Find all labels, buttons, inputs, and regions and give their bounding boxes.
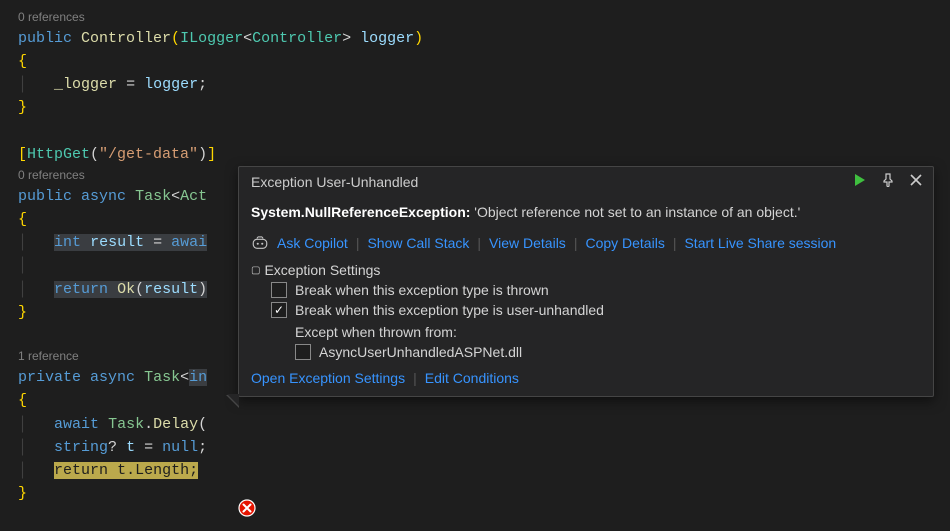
show-call-stack-link[interactable]: Show Call Stack — [367, 235, 469, 251]
break-when-thrown-checkbox[interactable] — [271, 282, 287, 298]
break-when-user-unhandled-label: Break when this exception type is user-u… — [295, 302, 604, 318]
code-line: public Controller(ILogger<Controller> lo… — [18, 27, 932, 50]
code-line: │ return t.Length; — [18, 459, 932, 482]
live-share-link[interactable]: Start Live Share session — [684, 235, 836, 251]
code-line: [HttpGet("/get-data")] — [18, 143, 932, 166]
settings-links: Open Exception Settings | Edit Condition… — [251, 370, 921, 386]
code-line: │ await Task.Delay( — [18, 413, 932, 436]
code-line: } — [18, 482, 932, 505]
codelens-refs[interactable]: 0 references — [18, 8, 932, 27]
popup-title: Exception User-Unhandled — [251, 174, 853, 190]
section-label: Exception Settings — [264, 262, 380, 278]
break-when-user-unhandled-checkbox[interactable] — [271, 302, 287, 318]
except-module-label: AsyncUserUnhandledASPNet.dll — [319, 344, 522, 360]
except-module-checkbox[interactable] — [295, 344, 311, 360]
continue-icon[interactable] — [853, 173, 867, 190]
close-icon[interactable] — [909, 173, 923, 190]
except-when-label: Except when thrown from: — [295, 324, 921, 340]
copilot-icon — [251, 234, 269, 252]
action-links: Ask Copilot | Show Call Stack | View Det… — [251, 234, 921, 252]
open-exception-settings-link[interactable]: Open Exception Settings — [251, 370, 405, 386]
code-line: } — [18, 96, 932, 119]
code-blank — [18, 120, 932, 143]
pin-icon[interactable] — [881, 173, 895, 190]
view-details-link[interactable]: View Details — [489, 235, 566, 251]
code-line: │ string? t = null; — [18, 436, 932, 459]
exception-message: System.NullReferenceException: 'Object r… — [251, 204, 921, 220]
ask-copilot-link[interactable]: Ask Copilot — [277, 235, 348, 251]
code-line: { — [18, 50, 932, 73]
exception-helper-popup: Exception User-Unhandled System.NullRefe… — [238, 166, 934, 397]
chevron-down-icon: ▢ — [251, 265, 260, 276]
copy-details-link[interactable]: Copy Details — [585, 235, 664, 251]
error-icon — [238, 499, 256, 517]
code-line: │ _logger = logger; — [18, 73, 932, 96]
break-when-thrown-label: Break when this exception type is thrown — [295, 282, 549, 298]
edit-conditions-link[interactable]: Edit Conditions — [425, 370, 519, 386]
exception-settings-expander[interactable]: ▢ Exception Settings — [251, 262, 921, 278]
